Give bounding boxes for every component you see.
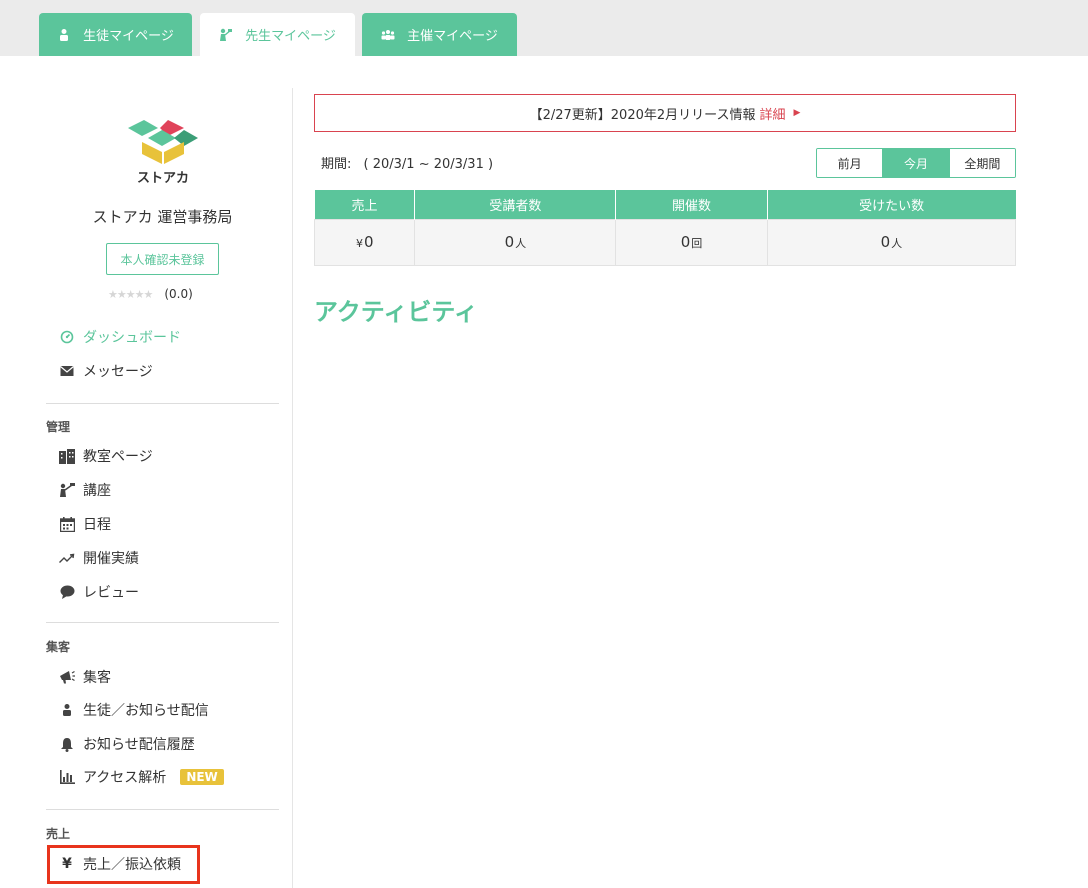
tab-label: 生徒マイページ bbox=[83, 29, 174, 44]
tab-host-mypage[interactable]: 主催マイページ bbox=[362, 13, 517, 56]
stats-wants-cell: 0人 bbox=[766, 218, 1017, 266]
dashboard-icon bbox=[59, 329, 75, 345]
bell-icon bbox=[59, 736, 75, 752]
section-divider bbox=[46, 403, 279, 404]
section-divider bbox=[46, 622, 279, 623]
stats-students-cell: 0人 bbox=[414, 218, 617, 266]
stats-sales-value: 0 bbox=[363, 233, 374, 251]
release-notice-banner[interactable]: 【2/27更新】2020年2月リリース情報 詳細 ▶ bbox=[314, 94, 1016, 132]
identity-verification-button[interactable]: 本人確認未登録 bbox=[106, 243, 219, 275]
sidebar-item-schedule[interactable]: 日程 bbox=[59, 514, 111, 534]
stats-header-events: 開催数 bbox=[615, 190, 768, 219]
sidebar-item-messages[interactable]: メッセージ bbox=[59, 361, 153, 381]
sidebar-item-label: メッセージ bbox=[83, 364, 153, 380]
sidebar-item-label: 教室ページ bbox=[83, 449, 153, 465]
profile-name: ストアカ 運営事務局 bbox=[92, 208, 233, 226]
section-title-marketing: 集客 bbox=[46, 640, 71, 654]
rating: ★★★★★ (0.0) bbox=[108, 287, 193, 301]
sidebar-item-reviews[interactable]: レビュー bbox=[59, 582, 139, 602]
bar-chart-icon bbox=[59, 769, 75, 785]
activity-heading: アクティビティ bbox=[314, 298, 478, 326]
sidebar-item-classroom[interactable]: 教室ページ bbox=[59, 446, 153, 466]
sidebar-item-label: 生徒／お知らせ配信 bbox=[83, 703, 209, 719]
table-row: ¥0 0人 0回 0人 bbox=[313, 218, 1017, 266]
triangle-right-icon: ▶ bbox=[793, 108, 801, 118]
sidebar-item-courses[interactable]: 講座 bbox=[59, 480, 111, 500]
sidebar-item-marketing[interactable]: 集客 bbox=[59, 667, 111, 687]
period-prev-month-button[interactable]: 前月 bbox=[817, 149, 883, 177]
stats-wants-value: 0 bbox=[880, 233, 891, 251]
calendar-icon bbox=[59, 516, 75, 532]
period-label: 期間: bbox=[321, 157, 352, 172]
period-range: ( 20/3/1 ~ 20/3/31 ) bbox=[363, 157, 494, 172]
stats-students-value: 0 bbox=[504, 233, 515, 251]
student-icon bbox=[57, 28, 71, 42]
stats-header-wants: 受けたい数 bbox=[766, 190, 1016, 219]
unit-label: 人 bbox=[515, 237, 527, 250]
unit-label: 人 bbox=[891, 237, 903, 250]
trend-icon bbox=[59, 550, 75, 566]
group-icon bbox=[381, 28, 395, 42]
section-divider bbox=[46, 809, 279, 810]
sidebar-item-notify[interactable]: 生徒／お知らせ配信 bbox=[59, 700, 209, 720]
section-title-manage: 管理 bbox=[46, 420, 71, 434]
section-title-sales: 売上 bbox=[46, 827, 71, 841]
period-selector: 前月 今月 全期間 bbox=[816, 148, 1016, 178]
stats-header-students: 受講者数 bbox=[414, 190, 616, 219]
stats-events-cell: 0回 bbox=[615, 218, 768, 266]
period-this-month-button[interactable]: 今月 bbox=[882, 149, 949, 177]
sidebar-item-label: お知らせ配信履歴 bbox=[83, 737, 195, 753]
building-icon bbox=[59, 448, 75, 464]
envelope-icon bbox=[59, 363, 75, 379]
teacher-icon bbox=[59, 482, 75, 498]
stats-sales-cell: ¥0 bbox=[313, 218, 416, 266]
speech-bubble-icon bbox=[59, 584, 75, 600]
sidebar-item-label: レビュー bbox=[83, 585, 139, 601]
unit-label: 回 bbox=[691, 237, 703, 250]
highlight-annotation-box bbox=[47, 845, 200, 884]
teacher-icon bbox=[219, 28, 233, 42]
sidebar-item-label: 日程 bbox=[83, 517, 111, 533]
sidebar-item-notify-history[interactable]: お知らせ配信履歴 bbox=[59, 734, 195, 754]
sidebar-item-label: 講座 bbox=[83, 483, 111, 499]
sidebar-item-analytics[interactable]: アクセス解析 NEW bbox=[59, 767, 224, 787]
stats-header-sales: 売上 bbox=[314, 190, 415, 219]
notice-detail-link[interactable]: 詳細 bbox=[759, 104, 785, 123]
period-all-button[interactable]: 全期間 bbox=[948, 149, 1015, 177]
logo-text: ストアカ bbox=[137, 171, 189, 186]
notice-text: 【2/27更新】2020年2月リリース情報 bbox=[529, 107, 756, 123]
student-icon bbox=[59, 702, 75, 718]
period-display: 期間: ( 20/3/1 ~ 20/3/31 ) bbox=[321, 153, 493, 172]
storeaka-logo: ストアカ bbox=[124, 112, 202, 188]
rating-value: (0.0) bbox=[164, 287, 193, 301]
tab-label: 先生マイページ bbox=[245, 29, 336, 44]
megaphone-icon bbox=[59, 669, 75, 685]
rating-stars: ★★★★★ bbox=[108, 287, 153, 301]
tab-teacher-mypage[interactable]: 先生マイページ bbox=[200, 13, 355, 56]
sidebar-item-label: 開催実績 bbox=[83, 551, 139, 567]
new-badge: NEW bbox=[180, 769, 224, 785]
stats-table: 売上 受講者数 開催数 受けたい数 ¥0 0人 0回 0人 bbox=[313, 190, 1017, 266]
tab-label: 主催マイページ bbox=[407, 29, 498, 44]
sidebar-item-label: アクセス解析 bbox=[83, 770, 167, 786]
sidebar-item-dashboard[interactable]: ダッシュボード bbox=[59, 327, 181, 347]
stats-events-value: 0 bbox=[680, 233, 691, 251]
yen-prefix: ¥ bbox=[355, 237, 363, 250]
top-tab-bar: 生徒マイページ 先生マイページ 主催マイページ bbox=[0, 0, 1088, 56]
sidebar-item-label: 集客 bbox=[83, 670, 111, 686]
sidebar-item-label: ダッシュボード bbox=[83, 330, 181, 346]
sidebar-item-results[interactable]: 開催実績 bbox=[59, 548, 139, 568]
tab-student-mypage[interactable]: 生徒マイページ bbox=[39, 13, 192, 56]
